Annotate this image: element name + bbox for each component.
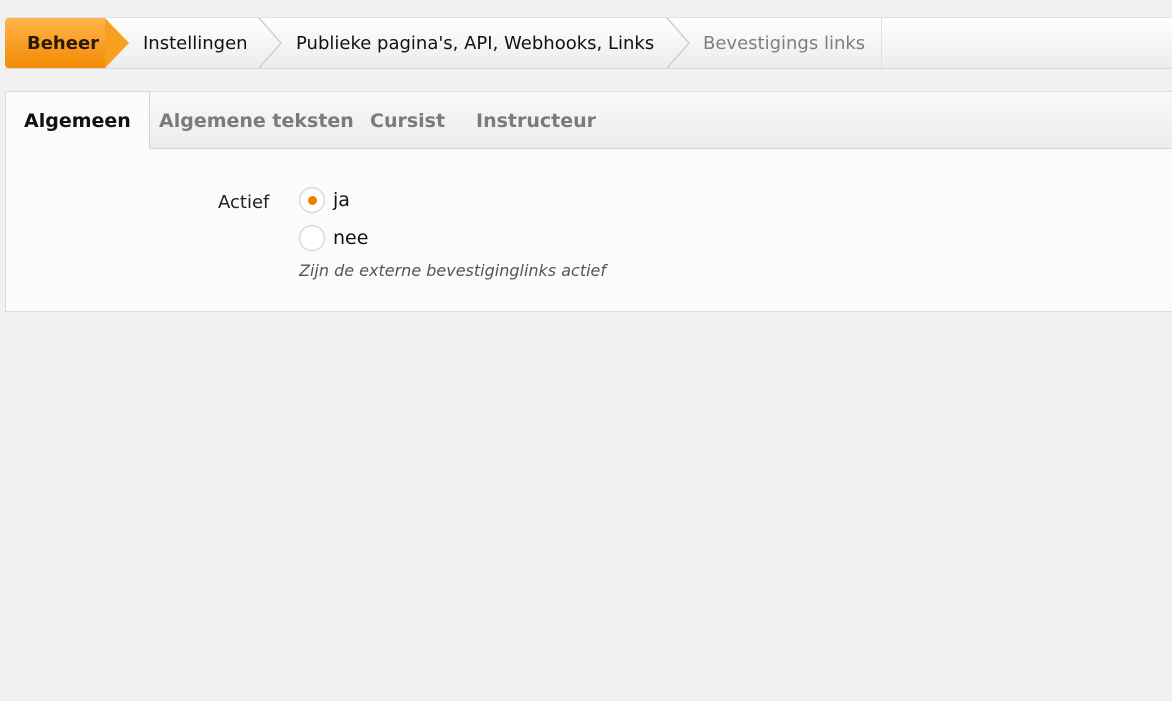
tab-label: Instructeur [476,109,597,132]
breadcrumb-item-label: Instellingen [143,32,248,54]
radio-ja-label: ja [333,189,350,211]
radio-option-nee[interactable]: nee [299,225,368,251]
radio-ja[interactable] [299,187,325,213]
settings-panel: Algemeen Algemene teksten Cursist Instru… [5,91,1172,312]
tab-label: Algemene teksten [159,109,354,132]
breadcrumb-current: Bevestigings links [703,18,865,68]
breadcrumb-item-publieke-paginas[interactable]: Publieke pagina's, API, Webhooks, Links [296,18,654,68]
breadcrumb-divider [881,18,882,68]
breadcrumb-item-instellingen[interactable]: Instellingen [143,18,248,68]
breadcrumb: Beheer Instellingen Publieke pagina's, A… [5,17,1172,69]
tab-bar: Algemeen Algemene teksten Cursist Instru… [6,92,1172,150]
tab-algemene-teksten[interactable]: Algemene teksten [159,92,354,149]
radio-selected-dot [307,195,317,205]
chevron-right-icon [258,18,282,68]
tab-cursist[interactable]: Cursist [370,92,445,149]
chevron-right-icon [666,18,690,68]
breadcrumb-home[interactable]: Beheer [5,18,129,68]
tab-label: Cursist [370,109,446,132]
tab-instructeur[interactable]: Instructeur [476,92,596,149]
radio-nee[interactable] [299,225,325,251]
radio-nee-label: nee [333,227,369,249]
radio-option-ja[interactable]: ja [299,187,350,213]
tab-algemeen[interactable]: Algemeen [6,92,150,150]
breadcrumb-item-label: Publieke pagina's, API, Webhooks, Links [296,32,655,54]
tab-label: Algemeen [24,110,131,132]
help-text: Zijn de externe bevestiginglinks actief [299,261,607,280]
breadcrumb-home-label: Beheer [27,32,100,54]
breadcrumb-current-label: Bevestigings links [703,32,866,54]
actief-label: Actief [218,192,270,213]
